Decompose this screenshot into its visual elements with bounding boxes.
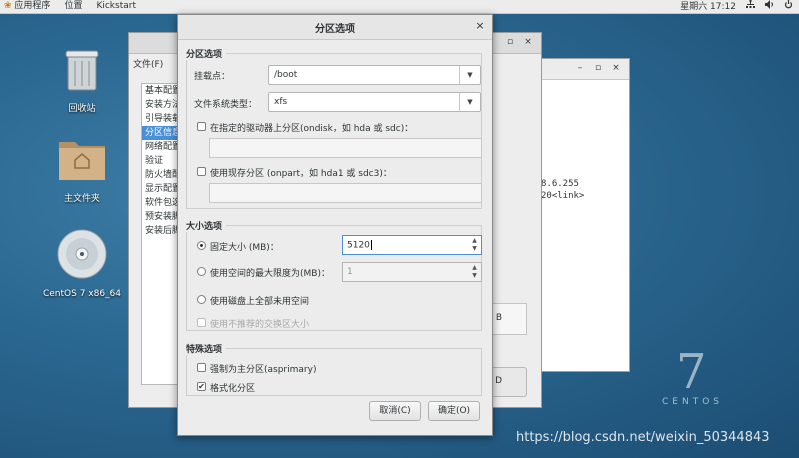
max-size-spinner[interactable]: 1 ▲ ▼ (342, 262, 482, 282)
recommended-swap-label: 使用不推荐的交换区大小 (210, 320, 310, 330)
fixed-size-label: 固定大小 (MB)： (210, 243, 279, 253)
close-icon[interactable]: × (611, 63, 621, 73)
nav-item[interactable]: 验证 (142, 154, 182, 168)
mount-point-value: /boot (274, 70, 298, 80)
close-icon[interactable]: × (523, 37, 533, 47)
trash-label: 回收站 (68, 104, 96, 114)
maximize-icon[interactable]: ▫ (505, 37, 515, 47)
home-desktop-icon[interactable]: 主文件夹 (42, 136, 122, 204)
spin-up-icon[interactable]: ▲ (470, 237, 479, 245)
top-panel: ❀ 应用程序 位置 Kickstart 星期六 17:12 (0, 0, 799, 14)
nav-item[interactable]: 软件包选 (142, 196, 182, 210)
nav-item[interactable]: 预安装脚 (142, 210, 182, 224)
asprimary-label: 强制为主分区(asprimary) (210, 365, 317, 375)
nav-item-selected[interactable]: 分区信息 (142, 126, 182, 140)
section-special-title: 特殊选项 (186, 342, 227, 355)
asprimary-checkbox[interactable] (197, 363, 206, 372)
home-label: 主文件夹 (63, 194, 100, 204)
fixed-size-value: 5120 (347, 240, 370, 251)
clock[interactable]: 星期六 17:12 (680, 1, 736, 14)
ondisk-input[interactable] (209, 138, 482, 158)
places-menu[interactable]: 位置 (64, 0, 82, 13)
nav-item[interactable]: 安装方法 (142, 98, 182, 112)
nav-item[interactable]: 网络配置 (142, 140, 182, 154)
max-size-label: 使用空间的最大限度为(MB)： (210, 269, 330, 279)
fill-disk-label: 使用磁盘上全部未用空间 (210, 297, 310, 307)
format-label: 格式化分区 (210, 384, 256, 394)
spin-up-icon[interactable]: ▲ (470, 264, 479, 272)
watermark-text: https://blog.csdn.net/weixin_50344843 (516, 430, 770, 445)
terminal-line: 20<link> (541, 191, 585, 201)
file-menu[interactable]: 文件(F) (133, 57, 163, 70)
spin-down-icon[interactable]: ▼ (470, 245, 479, 253)
onpart-checkbox[interactable] (197, 167, 206, 176)
chevron-down-icon[interactable]: ▼ (459, 93, 480, 111)
partition-options-dialog[interactable]: 分区选项 × 分区选项 挂载点： /boot ▼ 文件系统类型： xfs ▼ 在… (177, 14, 493, 436)
terminal-line: 8.6.255 (541, 179, 579, 189)
mount-point-label: 挂载点： (194, 72, 231, 82)
fill-disk-radio[interactable] (197, 295, 206, 304)
ondisk-label: 在指定的驱动器上分区(ondisk，如 hda 或 sdc)： (210, 124, 414, 134)
nav-item[interactable]: 引导装载 (142, 112, 182, 126)
active-app-name[interactable]: Kickstart (96, 0, 136, 13)
chevron-down-icon[interactable]: ▼ (459, 66, 480, 84)
close-icon[interactable]: × (474, 20, 486, 32)
dialog-title: 分区选项 (315, 24, 355, 35)
format-checkbox[interactable]: ✔ (197, 382, 206, 391)
background-window[interactable]: – ▫ × 8.6.255 20<link> (540, 58, 630, 372)
recommended-swap-checkbox[interactable] (197, 318, 206, 327)
volume-icon[interactable] (765, 0, 774, 14)
trash-icon (42, 48, 122, 95)
nav-item[interactable]: 安装后脚 (142, 224, 182, 238)
minimize-icon[interactable]: – (575, 63, 585, 73)
gnome-foot-icon: ❀ (4, 1, 12, 11)
nav-item[interactable]: 显示配置 (142, 182, 182, 196)
fs-type-value: xfs (274, 97, 288, 107)
mount-point-combo[interactable]: /boot ▼ (268, 65, 481, 85)
home-folder-icon (42, 136, 122, 185)
centos-wordmark: CENTOS (662, 397, 723, 407)
applications-menu[interactable]: ❀ 应用程序 (4, 0, 50, 13)
network-icon[interactable] (746, 0, 755, 14)
centos-seven-logo: 7 (676, 344, 707, 400)
ondisk-checkbox[interactable] (197, 122, 206, 131)
disc-desktop-icon[interactable]: CentOS 7 x86_64 (42, 228, 122, 299)
fs-type-label: 文件系统类型： (194, 100, 258, 110)
cancel-button[interactable]: 取消(C) (369, 401, 421, 421)
fs-type-combo[interactable]: xfs ▼ (268, 92, 481, 112)
max-size-radio[interactable] (197, 267, 206, 276)
fixed-size-radio[interactable] (197, 241, 206, 250)
onpart-label: 使用现存分区 (onpart，如 hda1 或 sdc3)： (210, 169, 392, 179)
ok-button[interactable]: 确定(O) (428, 401, 480, 421)
disc-label: CentOS 7 x86_64 (42, 289, 122, 299)
maximize-icon[interactable]: ▫ (593, 63, 603, 73)
max-size-value: 1 (347, 267, 353, 277)
optical-disc-icon (42, 228, 122, 283)
nav-item[interactable]: 基本配置 (142, 84, 182, 98)
spin-down-icon[interactable]: ▼ (470, 272, 479, 280)
trash-desktop-icon[interactable]: 回收站 (42, 48, 122, 114)
section-partition-title: 分区选项 (186, 47, 227, 60)
fixed-size-spinner[interactable]: 5120 ▲ ▼ (342, 235, 482, 255)
nav-item[interactable]: 防火墙配 (142, 168, 182, 182)
background-window-titlebar: – ▫ × (541, 59, 629, 80)
onpart-input[interactable] (209, 183, 482, 203)
text-caret (370, 240, 372, 250)
dialog-titlebar: 分区选项 × (178, 15, 492, 40)
section-size-title: 大小选项 (186, 219, 227, 232)
power-icon[interactable] (784, 0, 793, 14)
checkmark-icon: ✔ (198, 382, 205, 391)
